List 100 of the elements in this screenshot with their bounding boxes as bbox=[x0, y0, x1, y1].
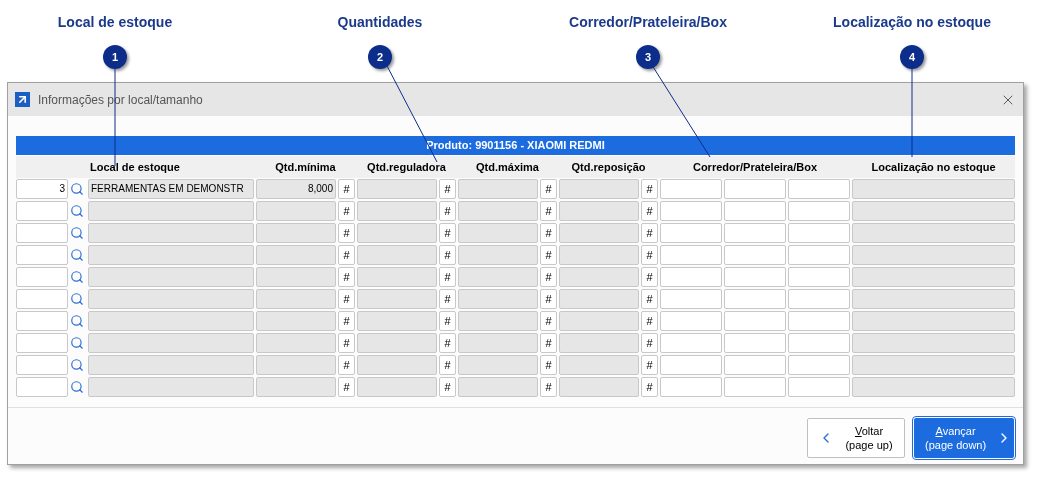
code-field[interactable] bbox=[16, 333, 68, 353]
aisle-field[interactable] bbox=[660, 267, 722, 287]
max-qty-field[interactable] bbox=[458, 311, 538, 331]
regulator-qty-field[interactable] bbox=[357, 245, 437, 265]
max-qty-field[interactable] bbox=[458, 201, 538, 221]
search-icon[interactable] bbox=[70, 380, 84, 394]
search-icon[interactable] bbox=[70, 270, 84, 284]
location-field[interactable] bbox=[852, 289, 1015, 309]
hash-button[interactable]: # bbox=[439, 223, 456, 243]
hash-button[interactable]: # bbox=[641, 245, 658, 265]
restock-qty-field[interactable] bbox=[559, 179, 639, 199]
box-field[interactable] bbox=[788, 311, 850, 331]
hash-button[interactable]: # bbox=[540, 223, 557, 243]
code-field[interactable] bbox=[16, 377, 68, 397]
code-field[interactable] bbox=[16, 355, 68, 375]
shelf-field[interactable] bbox=[724, 333, 786, 353]
hash-button[interactable]: # bbox=[439, 377, 456, 397]
location-field[interactable] bbox=[852, 311, 1015, 331]
hash-button[interactable]: # bbox=[439, 355, 456, 375]
hash-button[interactable]: # bbox=[540, 289, 557, 309]
regulator-qty-field[interactable] bbox=[357, 223, 437, 243]
max-qty-field[interactable] bbox=[458, 245, 538, 265]
search-icon[interactable] bbox=[70, 226, 84, 240]
hash-button[interactable]: # bbox=[540, 333, 557, 353]
hash-button[interactable]: # bbox=[439, 201, 456, 221]
box-field[interactable] bbox=[788, 333, 850, 353]
min-qty-field[interactable] bbox=[256, 223, 336, 243]
shelf-field[interactable] bbox=[724, 245, 786, 265]
shelf-field[interactable] bbox=[724, 223, 786, 243]
box-field[interactable] bbox=[788, 223, 850, 243]
max-qty-field[interactable] bbox=[458, 355, 538, 375]
restock-qty-field[interactable] bbox=[559, 289, 639, 309]
stock-location-field[interactable]: FERRAMENTAS EM DEMONSTR bbox=[88, 179, 254, 199]
hash-button[interactable]: # bbox=[439, 289, 456, 309]
shelf-field[interactable] bbox=[724, 267, 786, 287]
code-field[interactable] bbox=[16, 201, 68, 221]
location-field[interactable] bbox=[852, 267, 1015, 287]
hash-button[interactable]: # bbox=[338, 223, 355, 243]
restock-qty-field[interactable] bbox=[559, 311, 639, 331]
location-field[interactable] bbox=[852, 377, 1015, 397]
location-field[interactable] bbox=[852, 355, 1015, 375]
hash-button[interactable]: # bbox=[641, 333, 658, 353]
hash-button[interactable]: # bbox=[439, 333, 456, 353]
min-qty-field[interactable] bbox=[256, 311, 336, 331]
max-qty-field[interactable] bbox=[458, 223, 538, 243]
hash-button[interactable]: # bbox=[641, 179, 658, 199]
aisle-field[interactable] bbox=[660, 377, 722, 397]
box-field[interactable] bbox=[788, 289, 850, 309]
hash-button[interactable]: # bbox=[641, 223, 658, 243]
code-field[interactable] bbox=[16, 267, 68, 287]
min-qty-field[interactable] bbox=[256, 333, 336, 353]
box-field[interactable] bbox=[788, 377, 850, 397]
stock-location-field[interactable] bbox=[88, 355, 254, 375]
hash-button[interactable]: # bbox=[338, 245, 355, 265]
aisle-field[interactable] bbox=[660, 355, 722, 375]
hash-button[interactable]: # bbox=[439, 245, 456, 265]
max-qty-field[interactable] bbox=[458, 267, 538, 287]
hash-button[interactable]: # bbox=[338, 311, 355, 331]
stock-location-field[interactable] bbox=[88, 333, 254, 353]
hash-button[interactable]: # bbox=[439, 179, 456, 199]
box-field[interactable] bbox=[788, 245, 850, 265]
regulator-qty-field[interactable] bbox=[357, 267, 437, 287]
max-qty-field[interactable] bbox=[458, 179, 538, 199]
box-field[interactable] bbox=[788, 201, 850, 221]
back-button[interactable]: Voltar (page up) bbox=[807, 418, 905, 458]
stock-location-field[interactable] bbox=[88, 267, 254, 287]
max-qty-field[interactable] bbox=[458, 377, 538, 397]
restock-qty-field[interactable] bbox=[559, 267, 639, 287]
location-field[interactable] bbox=[852, 179, 1015, 199]
hash-button[interactable]: # bbox=[439, 267, 456, 287]
hash-button[interactable]: # bbox=[540, 355, 557, 375]
regulator-qty-field[interactable] bbox=[357, 355, 437, 375]
aisle-field[interactable] bbox=[660, 245, 722, 265]
stock-location-field[interactable] bbox=[88, 289, 254, 309]
stock-location-field[interactable] bbox=[88, 377, 254, 397]
next-button[interactable]: Avançar (page down) bbox=[914, 418, 1014, 458]
search-icon[interactable] bbox=[70, 358, 84, 372]
regulator-qty-field[interactable] bbox=[357, 333, 437, 353]
hash-button[interactable]: # bbox=[338, 289, 355, 309]
code-field[interactable] bbox=[16, 223, 68, 243]
max-qty-field[interactable] bbox=[458, 289, 538, 309]
hash-button[interactable]: # bbox=[540, 179, 557, 199]
hash-button[interactable]: # bbox=[641, 377, 658, 397]
restock-qty-field[interactable] bbox=[559, 333, 639, 353]
code-field[interactable] bbox=[16, 245, 68, 265]
hash-button[interactable]: # bbox=[338, 377, 355, 397]
search-icon[interactable] bbox=[70, 336, 84, 350]
restock-qty-field[interactable] bbox=[559, 355, 639, 375]
aisle-field[interactable] bbox=[660, 201, 722, 221]
search-icon[interactable] bbox=[70, 248, 84, 262]
shelf-field[interactable] bbox=[724, 377, 786, 397]
stock-location-field[interactable] bbox=[88, 201, 254, 221]
regulator-qty-field[interactable] bbox=[357, 289, 437, 309]
regulator-qty-field[interactable] bbox=[357, 201, 437, 221]
hash-button[interactable]: # bbox=[641, 267, 658, 287]
restock-qty-field[interactable] bbox=[559, 245, 639, 265]
aisle-field[interactable] bbox=[660, 223, 722, 243]
hash-button[interactable]: # bbox=[641, 289, 658, 309]
hash-button[interactable]: # bbox=[540, 311, 557, 331]
location-field[interactable] bbox=[852, 333, 1015, 353]
